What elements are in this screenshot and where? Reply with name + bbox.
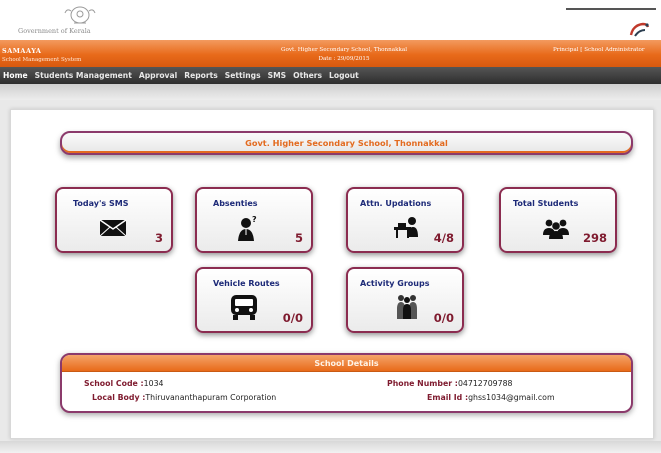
- bottom-shadow: [0, 441, 661, 453]
- svg-text:?: ?: [252, 215, 257, 224]
- nav-sms[interactable]: SMS: [268, 71, 287, 80]
- school-details: School Details School Code :1034 Phone N…: [60, 353, 633, 413]
- school-code-row: School Code :1034: [84, 379, 164, 388]
- school-code-label: School Code :: [84, 379, 144, 388]
- app-header: SAMAAYA School Management System Govt. H…: [0, 40, 661, 67]
- card-total-students[interactable]: Total Students 298: [499, 187, 617, 253]
- card-label: Today's SMS: [73, 199, 129, 208]
- nav-students-management[interactable]: Students Management: [35, 71, 132, 80]
- card-label: Vehicle Routes: [213, 279, 280, 288]
- nav-logout[interactable]: Logout: [329, 71, 359, 80]
- card-attn-updations[interactable]: Attn. Updations 4/8: [346, 187, 464, 253]
- card-vehicle-routes[interactable]: Vehicle Routes 0/0: [195, 267, 313, 333]
- card-value: 0/0: [282, 311, 303, 325]
- email-value: ghss1034@gmail.com: [468, 393, 555, 402]
- app-name: SAMAAYA: [2, 47, 42, 55]
- local-body-value: Thiruvananthapuram Corporation: [145, 393, 277, 402]
- card-label: Absenties: [213, 199, 258, 208]
- top-divider: [566, 8, 656, 10]
- government-label: Government of Kerala: [18, 27, 91, 35]
- phone-value: 04712709788: [457, 379, 513, 388]
- card-value: 298: [582, 231, 607, 245]
- user-role[interactable]: Principal [ School Administrator: [553, 47, 645, 53]
- email-label: Email Id :: [427, 393, 469, 402]
- nav-others[interactable]: Others: [293, 71, 322, 80]
- school-code-value: 1034: [143, 379, 164, 388]
- local-body-row: Local Body :Thiruvananthapuram Corporati…: [92, 393, 276, 402]
- card-absenties[interactable]: Absenties ? 5: [195, 187, 313, 253]
- email-row: Email Id :ghss1034@gmail.com: [427, 393, 555, 402]
- nav-approval[interactable]: Approval: [139, 71, 177, 80]
- card-value: 5: [294, 231, 303, 245]
- phone-label: Phone Number :: [387, 379, 458, 388]
- phone-row: Phone Number :04712709788: [387, 379, 513, 388]
- absent-student-icon: ?: [238, 215, 257, 241]
- page-title: Govt. Higher Secondary School, Thonnakka…: [245, 138, 448, 148]
- people-group-icon: [397, 295, 417, 319]
- envelope-icon: [99, 219, 127, 237]
- app-subtitle: School Management System: [2, 57, 82, 63]
- card-activity-groups[interactable]: Activity Groups 0/0: [346, 267, 464, 333]
- header-date: Date : 29/09/2015: [318, 56, 370, 62]
- nav-settings[interactable]: Settings: [225, 71, 261, 80]
- local-body-label: Local Body :: [92, 393, 146, 402]
- card-value: 4/8: [433, 231, 454, 245]
- branding-bar: Government of Kerala: [0, 0, 661, 40]
- header-school-name: Govt. Higher Secondary School, Thonnakka…: [281, 47, 407, 53]
- card-label: Activity Groups: [360, 279, 430, 288]
- school-details-title: School Details: [314, 358, 379, 368]
- school-details-header: School Details: [62, 355, 631, 372]
- desk-student-icon: [394, 217, 418, 238]
- nav-reports[interactable]: Reports: [184, 71, 218, 80]
- help-icon[interactable]: [625, 20, 651, 38]
- card-value: 3: [154, 231, 163, 245]
- card-value: 0/0: [433, 311, 454, 325]
- group-icon: [543, 219, 569, 239]
- kerala-emblem-icon: [64, 6, 96, 24]
- card-label: Total Students: [513, 199, 579, 208]
- school-title-banner: Govt. Higher Secondary School, Thonnakka…: [60, 131, 633, 155]
- nav-shadow: [0, 84, 661, 100]
- nav-home[interactable]: Home: [3, 71, 28, 80]
- card-label: Attn. Updations: [360, 199, 432, 208]
- main-nav: Home Students Management Approval Report…: [0, 67, 661, 84]
- bus-icon: [231, 295, 257, 320]
- page: Government of Kerala SAMAAYA School Mana…: [0, 0, 661, 453]
- card-todays-sms[interactable]: Today's SMS 3: [55, 187, 173, 253]
